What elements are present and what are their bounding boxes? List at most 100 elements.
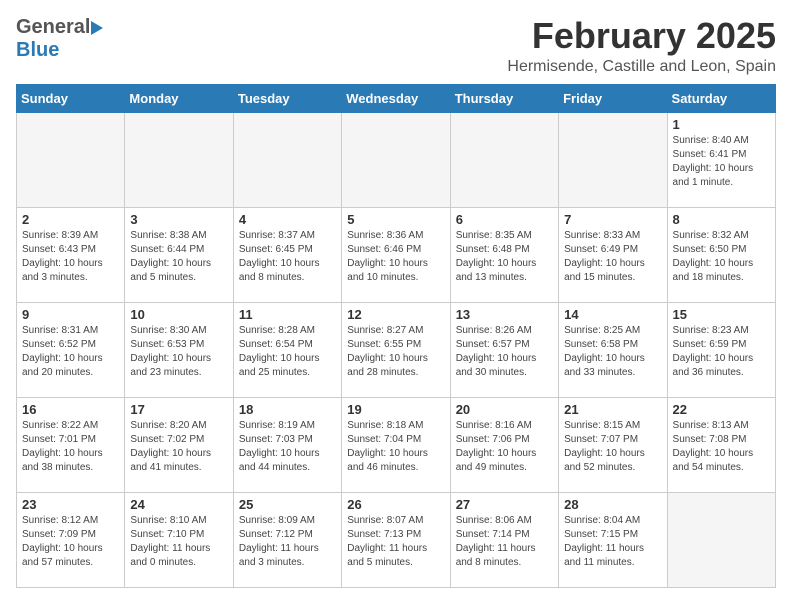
calendar-day-cell — [450, 112, 558, 207]
location-title: Hermisende, Castille and Leon, Spain — [507, 58, 776, 76]
logo: General Blue — [16, 16, 103, 62]
day-info: Sunrise: 8:30 AM Sunset: 6:53 PM Dayligh… — [130, 324, 227, 380]
calendar-day-cell: 8Sunrise: 8:32 AM Sunset: 6:50 PM Daylig… — [667, 207, 775, 302]
calendar-day-cell: 17 Sunrise: 8:20 AM Sunset: 7:02 PM Dayli… — [125, 397, 233, 492]
calendar-day-cell: 16 Sunrise: 8:22 AM Sunset: 7:01 PM Dayli… — [17, 397, 125, 492]
logo-general: General — [16, 16, 90, 39]
day-info: Sunrise: 8:07 AM Sunset: 7:13 PM Dayligh… — [347, 514, 444, 570]
day-number: 9 — [22, 307, 119, 322]
calendar-day-cell: 14Sunrise: 8:25 AM Sunset: 6:58 PM Dayli… — [559, 302, 667, 397]
day-number: 20 — [456, 402, 553, 417]
title-section: February 2025 Hermisende, Castille and L… — [507, 16, 776, 76]
calendar-header-row: SundayMondayTuesdayWednesdayThursdayFrid… — [17, 84, 776, 112]
weekday-header-saturday: Saturday — [667, 84, 775, 112]
calendar-day-cell — [342, 112, 450, 207]
day-info: Sunrise: 8:16 AM Sunset: 7:06 PM Dayligh… — [456, 419, 553, 475]
day-info: Sunrise: 8:12 AM Sunset: 7:09 PM Dayligh… — [22, 514, 119, 570]
day-info: Sunrise: 8:40 AM Sunset: 6:41 PM Dayligh… — [673, 134, 770, 190]
day-info: Sunrise: 8:31 AM Sunset: 6:52 PM Dayligh… — [22, 324, 119, 380]
day-number: 11 — [239, 307, 336, 322]
day-number: 5 — [347, 212, 444, 227]
day-number: 4 — [239, 212, 336, 227]
day-info: Sunrise: 8:39 AM Sunset: 6:43 PM Dayligh… — [22, 229, 119, 285]
day-number: 23 — [22, 497, 119, 512]
weekday-header-monday: Monday — [125, 84, 233, 112]
calendar-day-cell: 20 Sunrise: 8:16 AM Sunset: 7:06 PM Dayli… — [450, 397, 558, 492]
day-info: Sunrise: 8:13 AM Sunset: 7:08 PM Dayligh… — [673, 419, 770, 475]
logo-blue: Blue — [16, 39, 59, 61]
day-info: Sunrise: 8:26 AM Sunset: 6:57 PM Dayligh… — [456, 324, 553, 380]
calendar-day-cell: 11 Sunrise: 8:28 AM Sunset: 6:54 PM Dayli… — [233, 302, 341, 397]
day-info: Sunrise: 8:22 AM Sunset: 7:01 PM Dayligh… — [22, 419, 119, 475]
day-number: 21 — [564, 402, 661, 417]
calendar-day-cell — [125, 112, 233, 207]
calendar-week-row: 16 Sunrise: 8:22 AM Sunset: 7:01 PM Dayli… — [17, 397, 776, 492]
weekday-header-friday: Friday — [559, 84, 667, 112]
calendar-day-cell: 15Sunrise: 8:23 AM Sunset: 6:59 PM Dayli… — [667, 302, 775, 397]
day-info: Sunrise: 8:09 AM Sunset: 7:12 PM Dayligh… — [239, 514, 336, 570]
day-info: Sunrise: 8:28 AM Sunset: 6:54 PM Dayligh… — [239, 324, 336, 380]
calendar-day-cell — [17, 112, 125, 207]
day-info: Sunrise: 8:10 AM Sunset: 7:10 PM Dayligh… — [130, 514, 227, 570]
day-number: 17 — [130, 402, 227, 417]
day-info: Sunrise: 8:20 AM Sunset: 7:02 PM Dayligh… — [130, 419, 227, 475]
calendar-week-row: 2 Sunrise: 8:39 AM Sunset: 6:43 PM Daylig… — [17, 207, 776, 302]
calendar-day-cell — [233, 112, 341, 207]
calendar-day-cell — [667, 492, 775, 587]
calendar-day-cell: 7 Sunrise: 8:33 AM Sunset: 6:49 PM Daylig… — [559, 207, 667, 302]
day-info: Sunrise: 8:27 AM Sunset: 6:55 PM Dayligh… — [347, 324, 444, 380]
calendar-day-cell: 22 Sunrise: 8:13 AM Sunset: 7:08 PM Dayli… — [667, 397, 775, 492]
calendar-table: SundayMondayTuesdayWednesdayThursdayFrid… — [16, 84, 776, 588]
day-number: 26 — [347, 497, 444, 512]
logo-arrow-icon — [91, 21, 103, 35]
calendar-day-cell: 6 Sunrise: 8:35 AM Sunset: 6:48 PM Daylig… — [450, 207, 558, 302]
day-info: Sunrise: 8:18 AM Sunset: 7:04 PM Dayligh… — [347, 419, 444, 475]
day-info: Sunrise: 8:37 AM Sunset: 6:45 PM Dayligh… — [239, 229, 336, 285]
calendar-day-cell: 5 Sunrise: 8:36 AM Sunset: 6:46 PM Daylig… — [342, 207, 450, 302]
calendar-day-cell: 9 Sunrise: 8:31 AM Sunset: 6:52 PM Daylig… — [17, 302, 125, 397]
day-number: 7 — [564, 212, 661, 227]
weekday-header-wednesday: Wednesday — [342, 84, 450, 112]
calendar-day-cell: 23 Sunrise: 8:12 AM Sunset: 7:09 PM Dayli… — [17, 492, 125, 587]
calendar-day-cell: 21 Sunrise: 8:15 AM Sunset: 7:07 PM Dayli… — [559, 397, 667, 492]
weekday-header-sunday: Sunday — [17, 84, 125, 112]
day-number: 22 — [673, 402, 770, 417]
day-number: 6 — [456, 212, 553, 227]
day-number: 28 — [564, 497, 661, 512]
calendar-day-cell: 3 Sunrise: 8:38 AM Sunset: 6:44 PM Daylig… — [125, 207, 233, 302]
day-number: 16 — [22, 402, 119, 417]
day-info: Sunrise: 8:36 AM Sunset: 6:46 PM Dayligh… — [347, 229, 444, 285]
day-info: Sunrise: 8:06 AM Sunset: 7:14 PM Dayligh… — [456, 514, 553, 570]
calendar-week-row: 23 Sunrise: 8:12 AM Sunset: 7:09 PM Dayli… — [17, 492, 776, 587]
calendar-day-cell: 12Sunrise: 8:27 AM Sunset: 6:55 PM Dayli… — [342, 302, 450, 397]
calendar-day-cell: 13 Sunrise: 8:26 AM Sunset: 6:57 PM Dayli… — [450, 302, 558, 397]
day-number: 13 — [456, 307, 553, 322]
calendar-day-cell: 25 Sunrise: 8:09 AM Sunset: 7:12 PM Dayli… — [233, 492, 341, 587]
calendar-day-cell: 2 Sunrise: 8:39 AM Sunset: 6:43 PM Daylig… — [17, 207, 125, 302]
day-number: 19 — [347, 402, 444, 417]
day-number: 1 — [673, 117, 770, 132]
day-number: 8 — [673, 212, 770, 227]
calendar-day-cell: 1 Sunrise: 8:40 AM Sunset: 6:41 PM Daylig… — [667, 112, 775, 207]
weekday-header-thursday: Thursday — [450, 84, 558, 112]
day-number: 25 — [239, 497, 336, 512]
day-info: Sunrise: 8:15 AM Sunset: 7:07 PM Dayligh… — [564, 419, 661, 475]
day-info: Sunrise: 8:38 AM Sunset: 6:44 PM Dayligh… — [130, 229, 227, 285]
day-info: Sunrise: 8:33 AM Sunset: 6:49 PM Dayligh… — [564, 229, 661, 285]
day-info: Sunrise: 8:35 AM Sunset: 6:48 PM Dayligh… — [456, 229, 553, 285]
month-title: February 2025 — [507, 16, 776, 56]
day-number: 15 — [673, 307, 770, 322]
calendar-day-cell: 10Sunrise: 8:30 AM Sunset: 6:53 PM Dayli… — [125, 302, 233, 397]
calendar-day-cell: 24 Sunrise: 8:10 AM Sunset: 7:10 PM Dayli… — [125, 492, 233, 587]
day-number: 18 — [239, 402, 336, 417]
calendar-week-row: 1 Sunrise: 8:40 AM Sunset: 6:41 PM Daylig… — [17, 112, 776, 207]
day-info: Sunrise: 8:19 AM Sunset: 7:03 PM Dayligh… — [239, 419, 336, 475]
day-number: 3 — [130, 212, 227, 227]
day-number: 27 — [456, 497, 553, 512]
calendar-week-row: 9 Sunrise: 8:31 AM Sunset: 6:52 PM Daylig… — [17, 302, 776, 397]
calendar-day-cell: 26 Sunrise: 8:07 AM Sunset: 7:13 PM Dayli… — [342, 492, 450, 587]
calendar-day-cell — [559, 112, 667, 207]
day-number: 2 — [22, 212, 119, 227]
calendar-day-cell: 19 Sunrise: 8:18 AM Sunset: 7:04 PM Dayli… — [342, 397, 450, 492]
day-number: 24 — [130, 497, 227, 512]
